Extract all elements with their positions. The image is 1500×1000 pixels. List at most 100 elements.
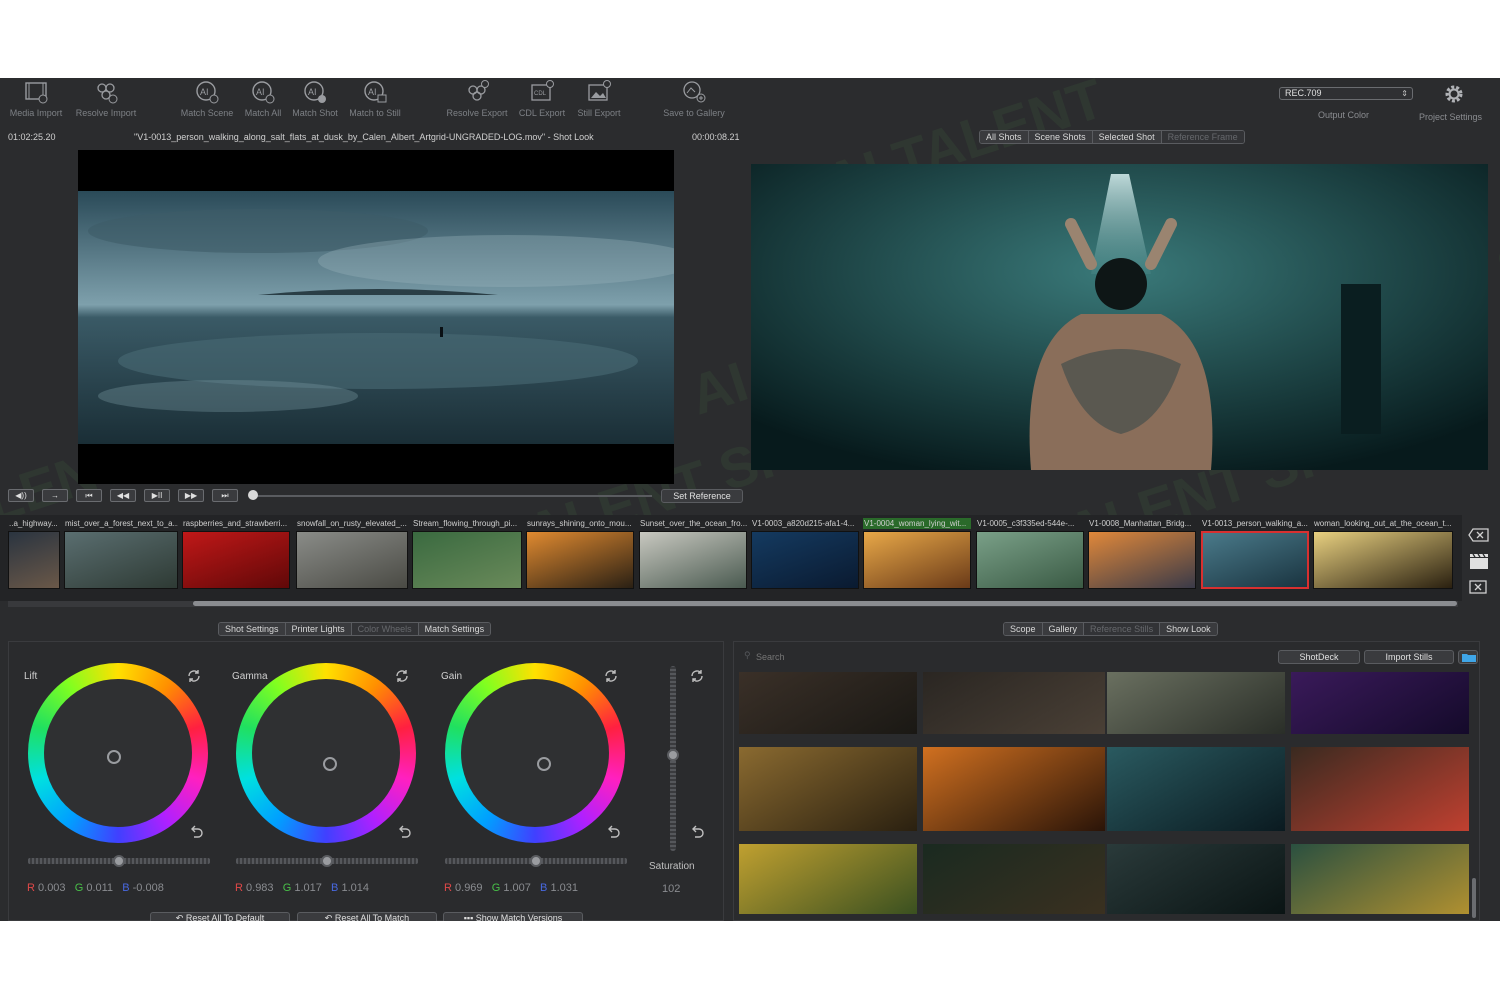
show-match-versions-button[interactable]: ▪▪▪ Show Match Versions (443, 912, 583, 921)
refresh-icon[interactable] (689, 668, 705, 684)
filmstrip-scrollbar-thumb[interactable] (193, 601, 1457, 606)
rewind-button[interactable]: ◀◀ (110, 489, 136, 502)
clapperboard-icon[interactable] (1468, 552, 1490, 570)
reset-all-to-match-button[interactable]: ↶ Reset All To Match (297, 912, 437, 921)
fast-forward-button[interactable]: ▶▶ (178, 489, 204, 502)
filmstrip-thumbnail[interactable]: V1-0013_person_walking_a... (1201, 518, 1309, 591)
go-end-button[interactable]: ⏭ (212, 489, 238, 502)
color-wheel[interactable] (28, 663, 208, 843)
output-color-select[interactable]: REC.709 ⇕ (1279, 87, 1413, 100)
filmstrip-thumbnail[interactable]: raspberries_and_strawberri... (182, 518, 290, 591)
gallery-still[interactable] (923, 844, 1105, 914)
tab-scope[interactable]: Scope (1004, 623, 1043, 635)
remove-shot-icon[interactable] (1468, 528, 1490, 542)
gallery-still[interactable] (1107, 672, 1285, 734)
b-value[interactable]: -0.008 (133, 882, 164, 894)
tab-match-settings[interactable]: Match Settings (418, 623, 491, 635)
tab-show-look[interactable]: Show Look (1160, 623, 1217, 635)
resolve-export-button[interactable]: Resolve Export (442, 80, 512, 124)
refresh-icon[interactable] (394, 668, 410, 684)
filmstrip-thumbnail[interactable]: Sunset_over_the_ocean_fro... (639, 518, 747, 591)
wheel-master-handle[interactable] (113, 855, 125, 867)
scrub-track[interactable] (252, 495, 652, 497)
wheel-puck[interactable] (537, 756, 551, 771)
volume-button[interactable]: ◀)) (8, 489, 34, 502)
g-value[interactable]: 1.017 (294, 882, 322, 894)
match-shot-button[interactable]: AI Match Shot (288, 80, 342, 124)
import-stills-button[interactable]: Import Stills (1364, 650, 1454, 664)
play-pause-button[interactable]: ▶II (144, 489, 170, 502)
b-value[interactable]: 1.014 (341, 882, 369, 894)
tab-printer-lights[interactable]: Printer Lights (285, 623, 352, 635)
r-value[interactable]: 0.003 (38, 882, 66, 894)
gallery-still[interactable] (739, 672, 917, 734)
refresh-icon[interactable] (603, 668, 619, 684)
gallery-still[interactable] (923, 747, 1105, 831)
color-wheel[interactable] (445, 663, 625, 843)
match-to-still-button[interactable]: AI Match to Still (344, 80, 406, 124)
save-to-gallery-button[interactable]: Save to Gallery (658, 80, 730, 124)
color-wheel[interactable] (236, 663, 416, 843)
reset-all-to-default-button[interactable]: ↶ Reset All To Default (150, 912, 290, 921)
gallery-still[interactable] (1107, 747, 1285, 831)
cdl-export-button[interactable]: CDL CDL Export (514, 80, 570, 124)
filmstrip-thumbnail[interactable]: ..a_highway... (8, 518, 60, 591)
g-value[interactable]: 1.007 (503, 882, 531, 894)
filmstrip-thumbnail[interactable]: Stream_flowing_through_pi... (412, 518, 522, 591)
wheel-puck[interactable] (322, 756, 337, 771)
gallery-scrollbar[interactable] (1472, 878, 1476, 918)
filmstrip-thumbnail[interactable]: mist_over_a_forest_next_to_a... (64, 518, 178, 591)
g-value[interactable]: 0.011 (86, 882, 113, 894)
project-settings-button[interactable]: Project Settings (1418, 80, 1490, 124)
step-button[interactable]: → (42, 489, 68, 502)
media-import-button[interactable]: Media Import (4, 80, 68, 124)
filmstrip-thumbnail[interactable]: V1-0003_a820d215-afa1-4... (751, 518, 859, 591)
r-value[interactable]: 0.969 (455, 882, 483, 894)
reference-viewer[interactable] (751, 164, 1488, 470)
match-scene-button[interactable]: AI Match Scene (176, 80, 238, 124)
undo-icon[interactable] (605, 824, 621, 840)
filmstrip-thumbnail[interactable]: V1-0008_Manhattan_Bridg... (1088, 518, 1196, 591)
folder-button[interactable] (1458, 650, 1478, 664)
filmstrip-thumbnail[interactable]: sunrays_shining_onto_mou... (526, 518, 634, 591)
resolve-import-button[interactable]: Resolve Import (70, 80, 142, 124)
gallery-still[interactable] (923, 672, 1105, 734)
tab-shot-settings[interactable]: Shot Settings (219, 623, 286, 635)
set-reference-button[interactable]: Set Reference (661, 489, 743, 503)
scrub-handle[interactable] (248, 490, 258, 500)
gallery-still[interactable] (1291, 672, 1469, 734)
match-all-button[interactable]: AI Match All (240, 80, 286, 124)
undo-icon[interactable] (396, 824, 412, 840)
search-input[interactable] (756, 650, 1256, 664)
wheel-master-handle[interactable] (321, 855, 333, 867)
shotdeck-button[interactable]: ShotDeck (1278, 650, 1360, 664)
filmstrip-thumbnail[interactable]: snowfall_on_rusty_elevated_... (296, 518, 408, 591)
gallery-still[interactable] (739, 844, 917, 914)
r-value[interactable]: 0.983 (246, 882, 274, 894)
filmstrip-thumbnail[interactable]: V1-0004_woman_lying_wit... (863, 518, 971, 591)
shot-viewer[interactable] (78, 150, 674, 484)
undo-icon[interactable] (188, 824, 204, 840)
filmstrip-thumbnail[interactable]: V1-0005_c3f335ed-544e-... (976, 518, 1084, 591)
tab-reference-stills[interactable]: Reference Stills (1084, 623, 1161, 635)
tab-selected-shot[interactable]: Selected Shot (1092, 131, 1162, 143)
tab-gallery[interactable]: Gallery (1042, 623, 1085, 635)
undo-icon[interactable] (689, 824, 705, 840)
still-export-button[interactable]: Still Export (572, 80, 626, 124)
refresh-icon[interactable] (186, 668, 202, 684)
wheel-puck[interactable] (107, 749, 122, 764)
gallery-still[interactable] (1107, 844, 1285, 914)
gallery-still[interactable] (1291, 747, 1469, 831)
clear-all-icon[interactable] (1468, 580, 1490, 594)
tab-all-shots[interactable]: All Shots (980, 131, 1029, 143)
tab-scene-shots[interactable]: Scene Shots (1028, 131, 1093, 143)
gallery-still[interactable] (1291, 844, 1469, 914)
tab-color-wheels[interactable]: Color Wheels (351, 623, 419, 635)
wheel-master-handle[interactable] (530, 855, 542, 867)
gallery-still[interactable] (739, 747, 917, 831)
tab-reference-frame[interactable]: Reference Frame (1161, 131, 1244, 143)
search-field[interactable]: ⚲ (740, 650, 1270, 664)
saturation-handle[interactable] (667, 748, 679, 761)
b-value[interactable]: 1.031 (550, 882, 578, 894)
filmstrip-thumbnail[interactable]: woman_looking_out_at_the_ocean_t... (1313, 518, 1453, 591)
